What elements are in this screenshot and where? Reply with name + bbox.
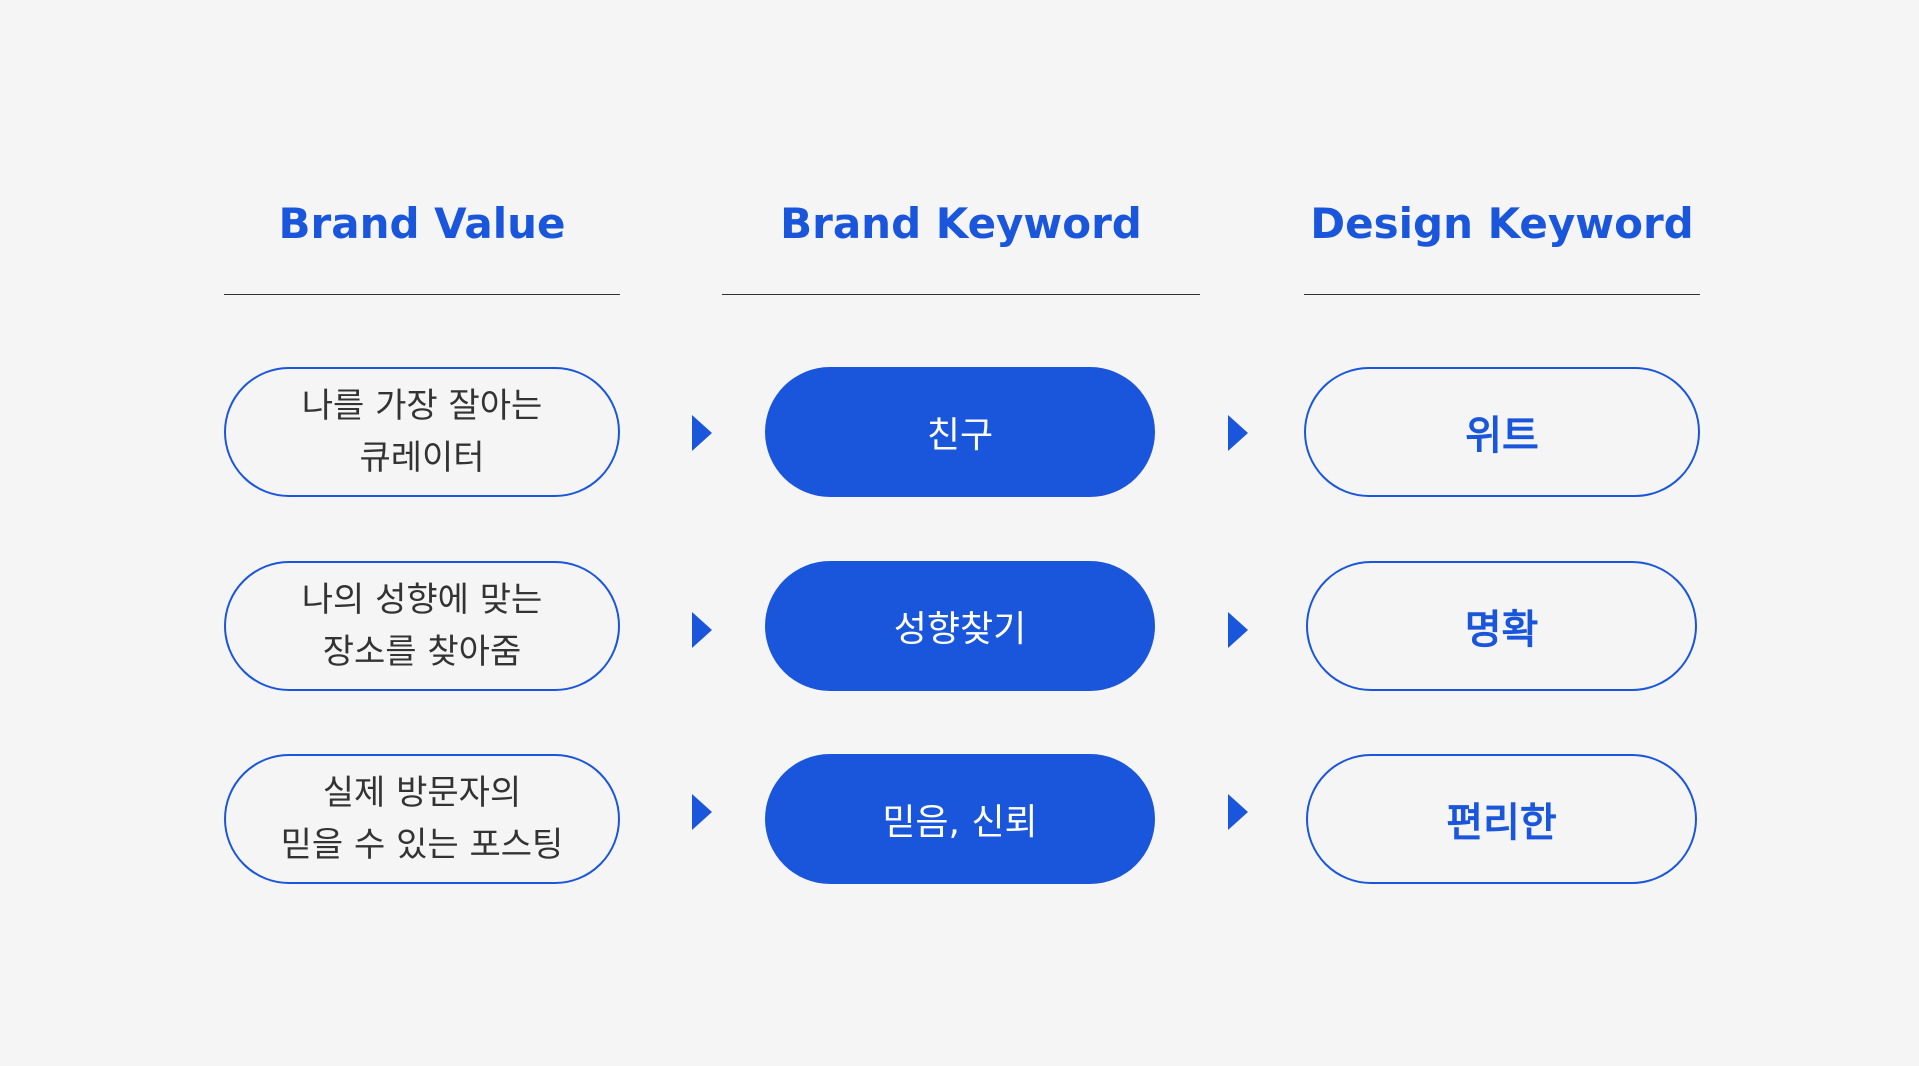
brand-keyword-box: 성향찾기 xyxy=(765,561,1155,691)
brand-keyword-text: 믿음, 신뢰 xyxy=(882,802,1038,843)
brand-value-line: 믿을 수 있는 포스팅 xyxy=(280,825,564,865)
brand-value-line: 장소를 찾아줌 xyxy=(322,632,522,672)
header-brand-value: Brand Value xyxy=(278,198,566,248)
divider-brand-value xyxy=(224,294,620,295)
divider-brand-keyword xyxy=(722,294,1200,295)
triangle-right-arrow-icon xyxy=(692,415,712,451)
brand-value-box: 실제 방문자의 믿을 수 있는 포스팅 xyxy=(224,754,620,884)
brand-value-line: 큐레이터 xyxy=(359,438,485,478)
triangle-right-arrow-icon xyxy=(1228,794,1248,830)
brand-value-line: 나를 가장 잘아는 xyxy=(301,386,543,426)
header-brand-keyword: Brand Keyword xyxy=(780,198,1142,248)
triangle-right-arrow-icon xyxy=(692,794,712,830)
design-keyword-box: 위트 xyxy=(1304,367,1700,497)
brand-value-box: 나의 성향에 맞는 장소를 찾아줌 xyxy=(224,561,620,691)
header-design-keyword: Design Keyword xyxy=(1310,198,1694,248)
brand-keyword-box: 믿음, 신뢰 xyxy=(765,754,1155,884)
design-keyword-text: 명확 xyxy=(1464,607,1539,653)
brand-value-box: 나를 가장 잘아는 큐레이터 xyxy=(224,367,620,497)
brand-value-line: 나의 성향에 맞는 xyxy=(301,580,543,620)
triangle-right-arrow-icon xyxy=(1228,415,1248,451)
divider-design-keyword xyxy=(1304,294,1700,295)
design-keyword-text: 편리한 xyxy=(1446,800,1557,846)
triangle-right-arrow-icon xyxy=(1228,612,1248,648)
triangle-right-arrow-icon xyxy=(692,612,712,648)
brand-keyword-text: 친구 xyxy=(926,415,994,456)
brand-diagram: Brand Value Brand Keyword Design Keyword… xyxy=(0,0,1919,1066)
design-keyword-box: 편리한 xyxy=(1306,754,1697,884)
brand-keyword-box: 친구 xyxy=(765,367,1155,497)
design-keyword-text: 위트 xyxy=(1465,413,1539,459)
design-keyword-box: 명확 xyxy=(1306,561,1697,691)
brand-keyword-text: 성향찾기 xyxy=(893,609,1027,650)
brand-value-line: 실제 방문자의 xyxy=(322,773,522,813)
